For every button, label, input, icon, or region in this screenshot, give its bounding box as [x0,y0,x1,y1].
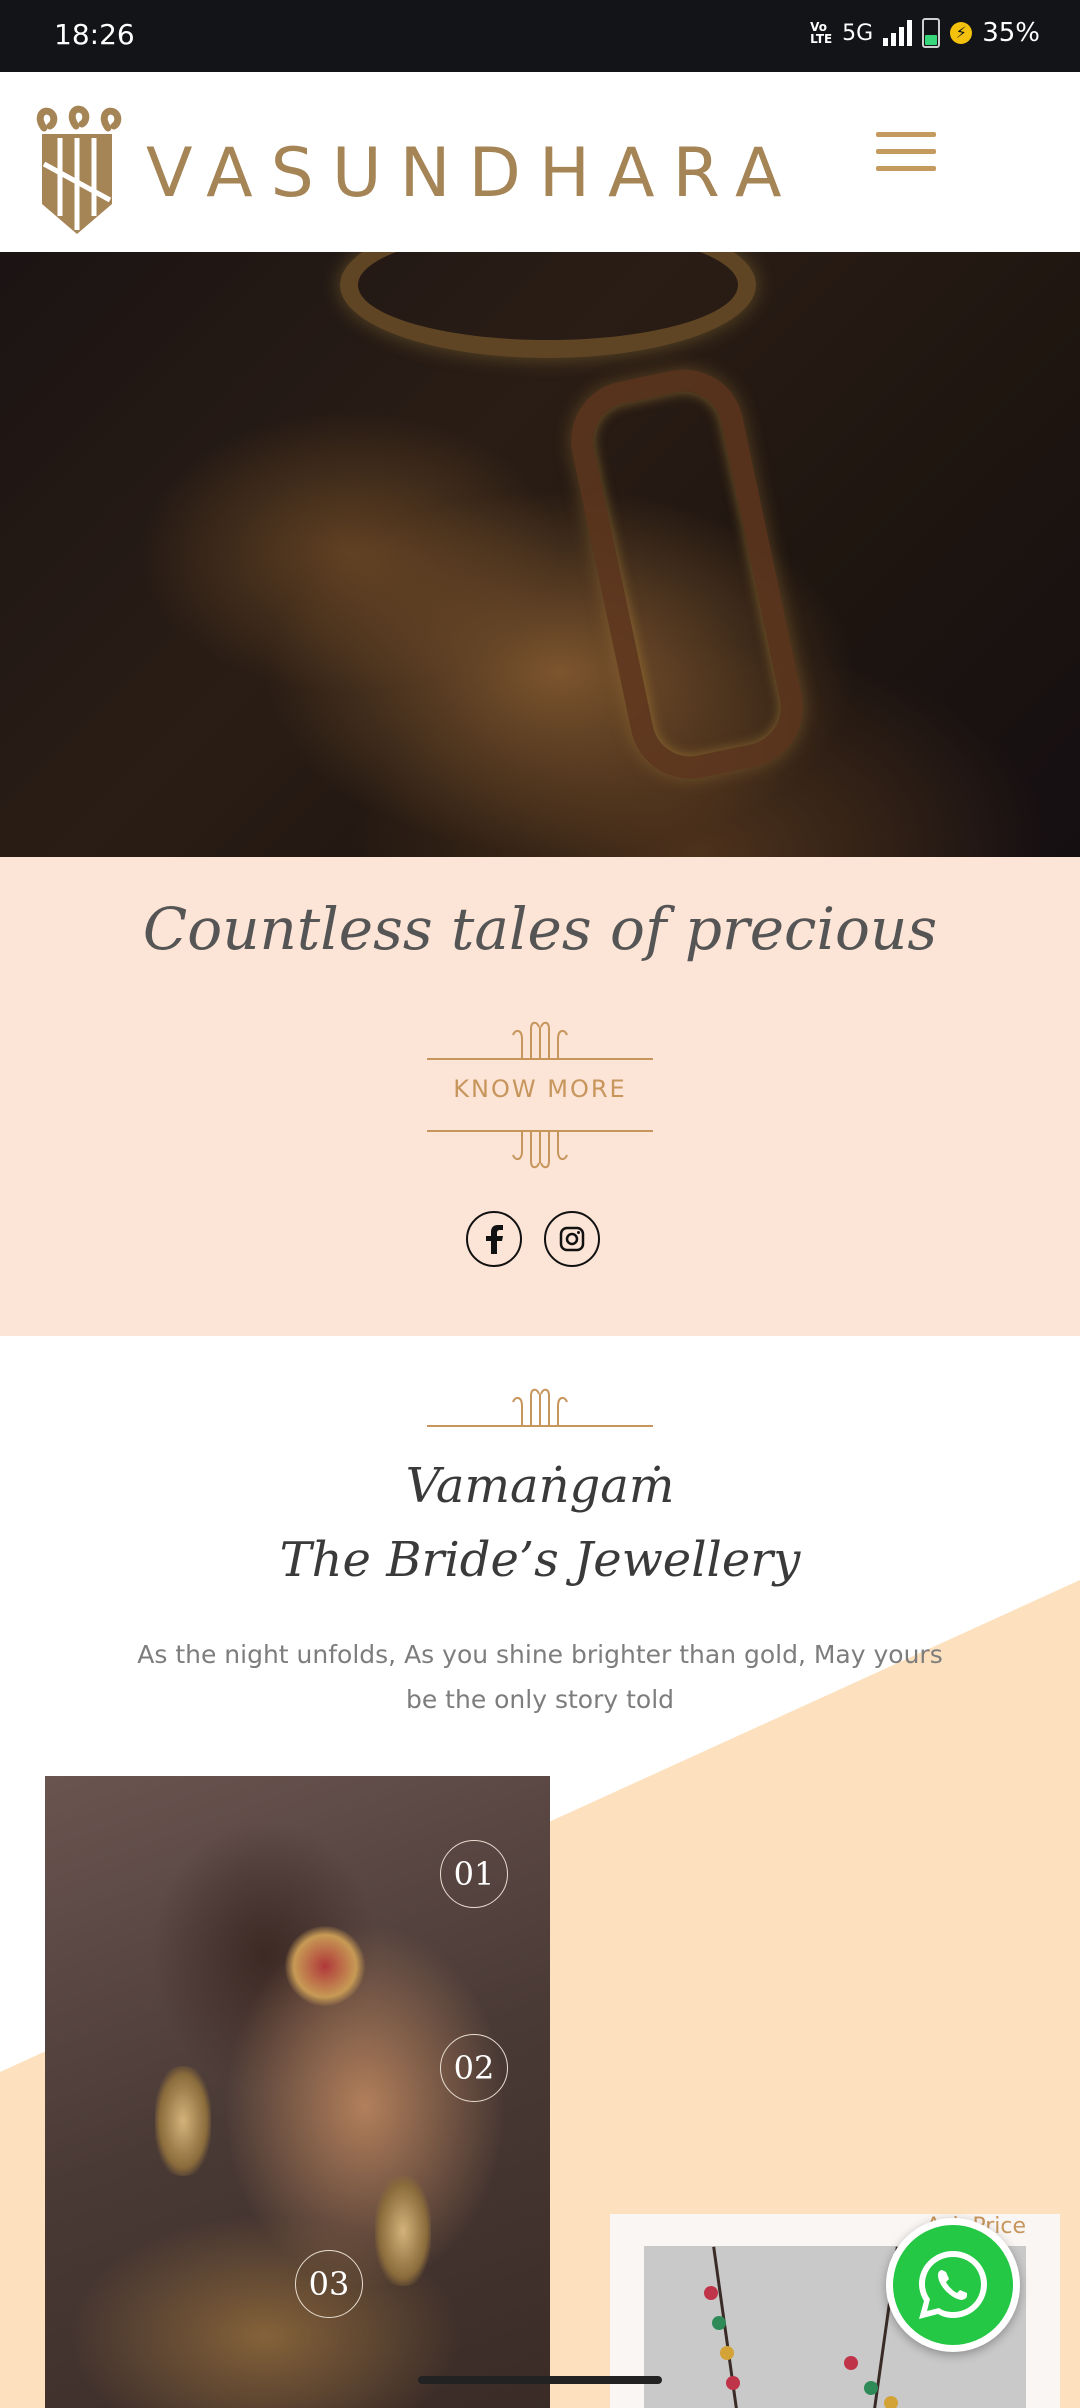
volte-indicator: Vo LTE [810,20,833,46]
earring-right-decor [375,2176,431,2286]
charging-icon: ⚡ [950,22,973,44]
status-bar: 18:26 Vo LTE 5G ⚡ 35% [0,0,1080,72]
brand-wordmark[interactable]: VASUNDHARA [146,134,800,213]
hero-necklace-decor [340,252,756,358]
hotspot-01[interactable]: 01 [440,1840,508,1908]
status-time: 18:26 [54,18,135,51]
maang-tikka-decor [285,1926,365,2006]
whatsapp-icon[interactable] [886,2218,1020,2352]
collection-subtitle: The Bride’s Jewellery [279,1532,801,1588]
facebook-icon[interactable] [466,1211,522,1267]
ornament-section-icon [427,1388,653,1427]
instagram-icon[interactable] [544,1211,600,1267]
ornament-top-icon [427,1021,653,1060]
hero-bangle-decor [559,358,815,790]
hero-tagline: Countless tales of precious [142,895,938,963]
tagline-section: Countless tales of precious KNOW MORE [0,857,1080,1336]
hamburger-menu-icon[interactable] [876,132,936,176]
hotspot-03[interactable]: 03 [295,2250,363,2318]
ornament-bottom-icon [427,1130,653,1169]
site-header: VASUNDHARA [0,72,1080,252]
hero-image [0,252,1080,857]
collection-title: Vamaṅgaṁ [405,1458,675,1514]
signal-icon [883,20,913,46]
home-indicator [418,2376,662,2384]
earring-left-decor [155,2066,211,2176]
collection-description: As the night unfolds, As you shine brigh… [137,1640,943,1714]
hotspot-02[interactable]: 02 [440,2034,508,2102]
battery-percent: 35% [982,18,1040,48]
status-indicators: Vo LTE 5G ⚡ 35% [810,18,1040,48]
know-more-button[interactable]: KNOW MORE [427,1075,653,1103]
battery-icon [922,18,941,48]
network-type: 5G [842,20,874,46]
bride-photo: 01 02 03 [45,1776,550,2408]
brand-logo-icon[interactable] [32,104,122,236]
